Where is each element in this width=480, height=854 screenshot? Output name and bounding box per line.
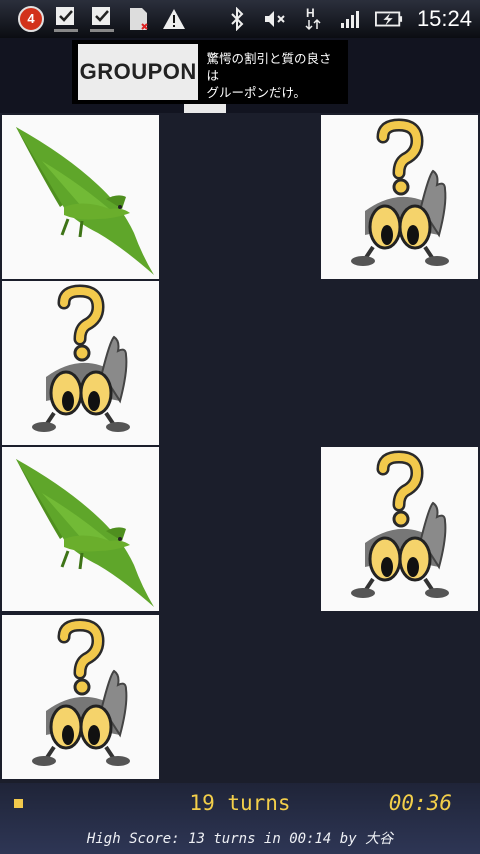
card-face-down[interactable] xyxy=(321,115,478,279)
status-clock: 15:24 xyxy=(416,6,472,31)
ad-line-1: 驚愕の割引と質の良さは xyxy=(206,51,332,83)
ad-line-2: グルーポンだけ。 xyxy=(206,85,306,100)
ad-copy: 驚愕の割引と質の良さは グルーポンだけ。 xyxy=(198,40,348,104)
mute-icon xyxy=(261,5,289,33)
card-face-down[interactable] xyxy=(321,447,478,611)
card-pterodactyl[interactable] xyxy=(2,115,159,279)
signal-icon xyxy=(337,5,365,33)
h-data-icon: H xyxy=(299,5,327,33)
question-mark-character-icon xyxy=(321,115,478,279)
ad-brand-logo: GROUPON xyxy=(78,44,199,100)
question-mark-character-icon xyxy=(2,615,159,779)
card-face-down[interactable] xyxy=(2,281,159,445)
game-timer: 00:36 xyxy=(388,791,452,815)
memory-game-board xyxy=(0,113,480,783)
download-done-icon xyxy=(52,5,80,33)
svg-text:H: H xyxy=(306,6,315,20)
bluetooth-icon xyxy=(223,5,251,33)
card-pterodactyl[interactable] xyxy=(2,447,159,611)
ad-image-fragment xyxy=(184,104,226,113)
question-mark-character-icon xyxy=(321,447,478,611)
question-mark-character-icon xyxy=(2,281,159,445)
card-face-down[interactable] xyxy=(2,615,159,779)
game-status-footer: 19 turns 00:36 High Score: 13 turns in 0… xyxy=(0,783,480,854)
sd-card-icon xyxy=(124,5,152,33)
notification-count-badge[interactable]: 4 xyxy=(18,6,44,32)
download-done-icon xyxy=(88,5,116,33)
status-bar: 4 H 15:24 xyxy=(0,0,480,38)
high-score-text: High Score: 13 turns in 00:14 by 大谷 xyxy=(86,831,394,847)
groupon-ad-banner[interactable]: GROUPON 驚愕の割引と質の良さは グルーポンだけ。 xyxy=(72,40,348,104)
warning-icon xyxy=(160,5,188,33)
battery-charging-icon xyxy=(374,5,403,33)
pterodactyl-icon xyxy=(2,115,159,279)
pterodactyl-icon xyxy=(2,447,159,611)
